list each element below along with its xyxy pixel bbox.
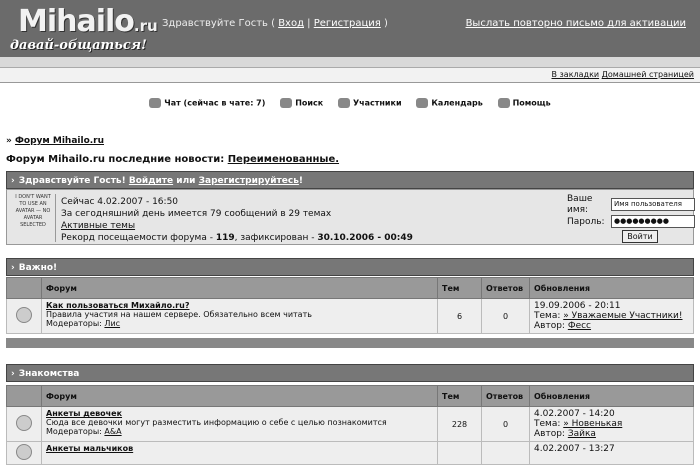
forum-table-dating: Форум Тем Ответов Обновления Анкеты дево… xyxy=(6,385,694,465)
forum-table-important: Форум Тем Ответов Обновления Как пользов… xyxy=(6,277,694,334)
column-topics: Тем xyxy=(437,385,482,407)
nav-members[interactable]: Участники xyxy=(337,98,402,108)
last-topic-link[interactable]: » Уважаемые Участники! xyxy=(563,311,682,321)
nav-search[interactable]: Поиск xyxy=(280,98,323,108)
welcome-panel: I DON'T WANT TO USE AN AVATAR — NO AVATA… xyxy=(6,189,695,245)
forum-status-cell xyxy=(6,406,42,442)
resend-activation-link[interactable]: Выслать повторно письмо для активации xyxy=(466,18,686,29)
arrow-icon: › xyxy=(11,176,15,186)
set-homepage-link[interactable]: Домашней страницей xyxy=(602,70,694,79)
breadcrumb: » Форум Mihailo.ru xyxy=(6,136,105,146)
header-divider xyxy=(0,57,700,68)
news-link[interactable]: Переименованные. xyxy=(228,154,339,165)
current-time: Сейчас 4.02.2007 - 16:50 xyxy=(61,197,179,207)
bookmarks-bar: В закладки Домашней страницей xyxy=(0,68,700,83)
column-forum: Форум xyxy=(41,277,438,299)
password-label: Пароль: xyxy=(567,217,605,227)
section-header-dating: › Знакомства xyxy=(6,364,694,382)
search-icon xyxy=(280,98,293,108)
forum-stats: Сейчас 4.02.2007 - 16:50 За сегодняшний … xyxy=(61,196,413,244)
today-stats: За сегодняшний день имеется 79 сообщений… xyxy=(61,209,332,219)
last-update-cell: 4.02.2007 - 13:27 xyxy=(529,441,694,465)
section-footer xyxy=(6,338,694,348)
forum-status-icon xyxy=(16,444,32,460)
breadcrumb-forum-link[interactable]: Форум Mihailo.ru xyxy=(15,136,104,146)
welcome-panel-header: › Здравствуйте Гость! Войдите или Зарегис… xyxy=(6,171,694,189)
forum-moderators: Модераторы: A&A xyxy=(46,427,122,436)
welcome-login-link[interactable]: Войдите xyxy=(129,176,173,186)
forum-status-cell xyxy=(6,441,42,465)
forum-link[interactable]: Анкеты мальчиков xyxy=(46,444,433,453)
members-icon xyxy=(337,98,350,108)
chat-icon xyxy=(149,98,162,108)
column-topics: Тем xyxy=(437,277,482,299)
last-topic-link[interactable]: » Новенькая xyxy=(563,419,622,429)
nav-calendar[interactable]: Календарь xyxy=(416,98,483,108)
last-update-date: 4.02.2007 - 13:27 xyxy=(534,444,615,454)
column-replies: Ответов xyxy=(481,385,530,407)
replies-count xyxy=(481,441,530,465)
site-header: Mihailo.ru давай-общаться! Здравствуйте … xyxy=(0,0,700,57)
forum-link[interactable]: Анкеты девочек xyxy=(46,409,433,418)
icon-column-header xyxy=(6,277,42,299)
forum-status-cell xyxy=(6,298,42,334)
moderator-link[interactable]: A&A xyxy=(104,427,121,436)
column-updates: Обновления xyxy=(529,385,694,407)
forum-cell: Анкеты девочек Сюда все девочки могут ра… xyxy=(41,406,438,442)
username-label: Ваше имя: xyxy=(567,194,593,215)
table-row: Как пользоваться Михайло.ru? Правила уча… xyxy=(6,298,694,334)
topics-count: 6 xyxy=(437,298,482,334)
table-row: Анкеты мальчиков 4.02.2007 - 13:27 xyxy=(6,441,694,465)
guest-greeting: Здравствуйте Гость ( Вход | Регистрация … xyxy=(162,18,388,29)
avatar: I DON'T WANT TO USE AN AVATAR — NO AVATA… xyxy=(11,194,56,242)
password-field[interactable]: ●●●●●●●●● xyxy=(611,215,695,228)
site-logo[interactable]: Mihailo.ru xyxy=(18,4,158,39)
logo-slogan: давай-общаться! xyxy=(10,38,147,53)
last-author-link[interactable]: Фесс xyxy=(568,321,591,331)
forum-description: Правила участия на нашем сервере. Обязат… xyxy=(46,310,312,319)
forum-cell: Анкеты мальчиков xyxy=(41,441,438,465)
replies-count: 0 xyxy=(481,406,530,442)
table-row: Анкеты девочек Сюда все девочки могут ра… xyxy=(6,406,694,442)
calendar-icon xyxy=(416,98,429,108)
nav-chat[interactable]: Чат (сейчас в чате: 7) xyxy=(149,98,265,108)
last-update-cell: 19.09.2006 - 20:11 Тема: » Уважаемые Уча… xyxy=(529,298,694,334)
forum-link[interactable]: Как пользоваться Михайло.ru? xyxy=(46,301,433,310)
help-icon xyxy=(497,98,510,108)
forum-description: Сюда все девочки могут разместить информ… xyxy=(46,418,387,427)
last-update-date: 4.02.2007 - 14:20 xyxy=(534,409,615,419)
column-forum: Форум xyxy=(41,385,438,407)
forum-cell: Как пользоваться Михайло.ru? Правила уча… xyxy=(41,298,438,334)
forum-status-icon xyxy=(16,415,32,431)
attendance-record: Рекорд посещаемости форума - 119, зафикс… xyxy=(61,233,413,243)
login-button[interactable]: Войти xyxy=(622,230,658,243)
column-updates: Обновления xyxy=(529,277,694,299)
add-bookmark-link[interactable]: В закладки xyxy=(552,70,600,79)
replies-count: 0 xyxy=(481,298,530,334)
arrow-icon: › xyxy=(11,263,15,273)
last-author-link[interactable]: Зайка xyxy=(568,429,596,439)
register-link[interactable]: Регистрация xyxy=(314,18,381,29)
topics-count: 228 xyxy=(437,406,482,442)
active-topics-link[interactable]: Активные темы xyxy=(61,220,413,232)
icon-column-header xyxy=(6,385,42,407)
topics-count xyxy=(437,441,482,465)
main-nav: Чат (сейчас в чате: 7) Поиск Участники К… xyxy=(0,98,700,108)
arrow-icon: › xyxy=(11,369,15,379)
forum-news: Форум Mihailo.ru последние новости: Пере… xyxy=(6,154,340,165)
last-update-cell: 4.02.2007 - 14:20 Тема: » Новенькая Авто… xyxy=(529,406,694,442)
username-field[interactable]: Имя пользователя xyxy=(611,198,695,211)
section-header-important: › Важно! xyxy=(6,258,694,276)
forum-status-icon xyxy=(16,307,32,323)
forum-moderators: Модераторы: Лис xyxy=(46,319,121,328)
welcome-register-link[interactable]: Зарегистрируйтесь xyxy=(199,176,299,186)
login-link[interactable]: Вход xyxy=(278,18,304,29)
last-update-date: 19.09.2006 - 20:11 xyxy=(534,301,621,311)
nav-help[interactable]: Помощь xyxy=(497,98,551,108)
moderator-link[interactable]: Лис xyxy=(104,319,120,328)
column-replies: Ответов xyxy=(481,277,530,299)
